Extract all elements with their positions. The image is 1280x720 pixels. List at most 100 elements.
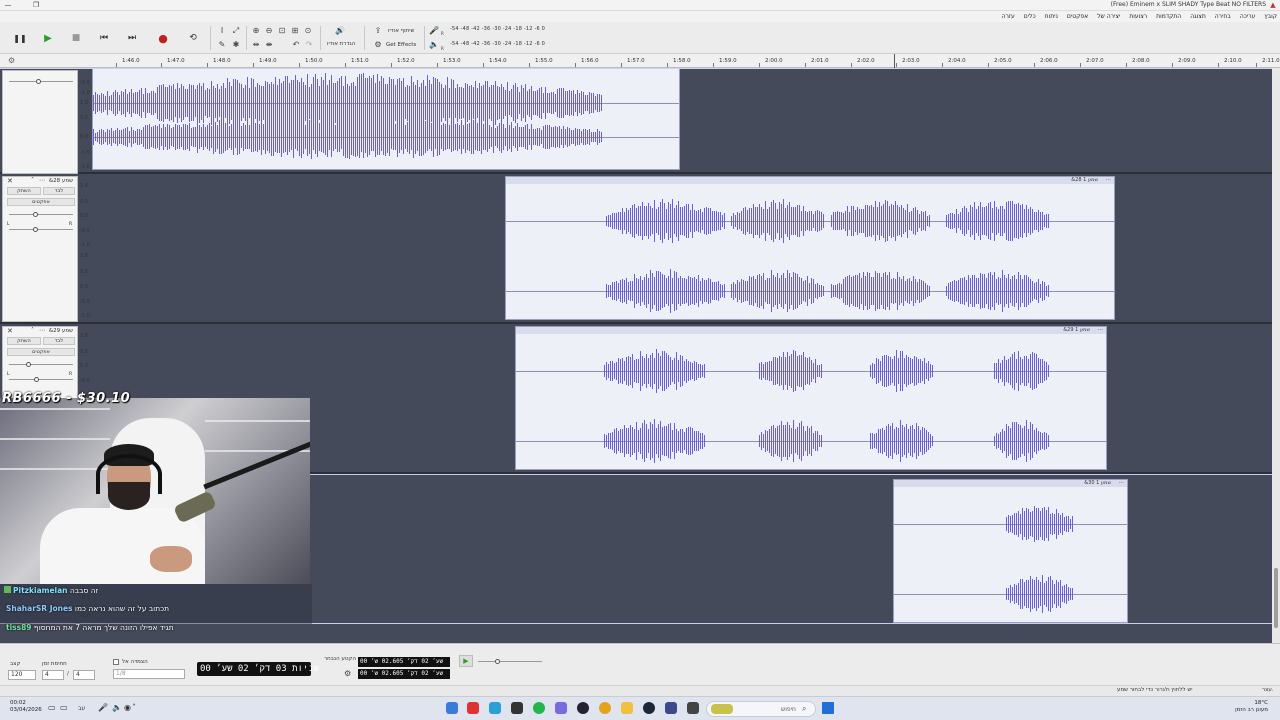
chevron-up-icon[interactable]: ˄: [31, 327, 34, 334]
timeline-ruler[interactable]: ⚙ 1:46.0 1:47.0 1:48.0 1:49.0 1:50.0 1:51.0 1:…: [0, 54, 1280, 68]
loop-button[interactable]: ⟲: [183, 28, 203, 48]
audio-track[interactable]: ✕ שמע 28& ˄ ⋯ השתק לבד אפקטים L R 1.0 0.5 0.0 -0.5 -1…: [0, 174, 1272, 324]
solo-button[interactable]: לבד: [43, 337, 75, 345]
undo-icon[interactable]: ↶: [290, 39, 302, 50]
start-icon[interactable]: [822, 702, 834, 714]
taskbar-app-icon[interactable]: [446, 702, 458, 714]
record-button[interactable]: ●: [153, 28, 173, 48]
pause-button[interactable]: ❚❚: [10, 28, 30, 48]
menu-item[interactable]: עזרה: [1002, 11, 1015, 22]
menu-item[interactable]: כלים: [1024, 11, 1036, 22]
gain-slider[interactable]: [9, 214, 73, 215]
language-indicator[interactable]: עב: [78, 705, 85, 712]
fit-selection-icon[interactable]: ⊡: [276, 25, 288, 36]
pan-knob[interactable]: [33, 227, 38, 232]
trim-icon[interactable]: ⇹: [250, 39, 262, 50]
selection-start-time[interactable]: 00 שע׳ 02 דק׳ 02.605 ש׳: [358, 657, 450, 667]
silence-icon[interactable]: ⇼: [263, 39, 275, 50]
playhead[interactable]: [894, 54, 895, 68]
gear-icon[interactable]: ⚙: [8, 56, 15, 65]
selection-mode-icon[interactable]: ⚙: [344, 669, 351, 678]
track-menu-icon[interactable]: ⋯: [39, 177, 45, 184]
playback-meter[interactable]: -54 -48 -42 -36 -30 -24 -18 -12 -6 0: [450, 41, 545, 47]
selection-end-time[interactable]: 00 שע׳ 02 דק׳ 02.605 ש׳: [358, 669, 450, 679]
snap-checkbox[interactable]: [113, 659, 119, 665]
mic-tray-icon[interactable]: 🎤: [98, 703, 108, 712]
redo-icon[interactable]: ↷: [303, 39, 315, 50]
gain-knob[interactable]: [26, 362, 31, 367]
zoom-in-icon[interactable]: ⊕: [250, 25, 262, 36]
skip-end-button[interactable]: ⏭: [122, 28, 142, 48]
taskbar-app-icon[interactable]: [533, 702, 545, 714]
close-track-icon[interactable]: ✕: [7, 177, 13, 185]
network-icon[interactable]: ◉: [124, 703, 131, 712]
zoom-toggle-icon[interactable]: ⊙: [302, 25, 314, 36]
tempo-input[interactable]: 120: [8, 670, 36, 680]
play-button[interactable]: ▶: [38, 28, 58, 48]
menu-item[interactable]: קובץ: [1264, 11, 1277, 22]
play-speed-slider[interactable]: [478, 661, 542, 662]
taskbar-app-icon[interactable]: [489, 702, 501, 714]
play-at-speed-button[interactable]: ▶: [459, 655, 473, 667]
skip-start-button[interactable]: ⏮: [94, 28, 114, 48]
pan-knob[interactable]: [34, 377, 39, 382]
track-control-panel[interactable]: ✕ שמע 28& ˄ ⋯ השתק לבד אפקטים L R: [2, 176, 78, 322]
taskbar-app-icon[interactable]: [643, 702, 655, 714]
clip-menu-icon[interactable]: ⋯: [1119, 480, 1125, 487]
time-signature-numerator[interactable]: 4: [42, 670, 64, 680]
taskbar-search[interactable]: חיפוש ⌕: [706, 701, 816, 717]
clip-name[interactable]: שמע 1 29&: [1063, 327, 1090, 334]
gain-knob[interactable]: [33, 212, 38, 217]
multi-tool-icon[interactable]: ✱: [230, 39, 242, 50]
mute-button[interactable]: השתק: [7, 187, 41, 195]
taskbar-clock[interactable]: 00:02 03/04/2026: [10, 700, 42, 714]
envelope-tool-icon[interactable]: ⤢: [230, 25, 242, 36]
clip-header[interactable]: שמע 1 29& ⋯: [516, 327, 1106, 334]
menu-item[interactable]: בחירה: [1215, 11, 1231, 22]
taskbar-app-icon[interactable]: [511, 702, 523, 714]
share-icon[interactable]: ⇪: [372, 25, 384, 36]
menu-item[interactable]: רצועות: [1129, 11, 1147, 22]
menu-item[interactable]: תצוגה: [1190, 11, 1206, 22]
menu-item[interactable]: עריכה: [1240, 11, 1256, 22]
effects-button[interactable]: אפקטים: [7, 198, 75, 206]
track-menu-icon[interactable]: ⋯: [39, 327, 45, 334]
menu-item[interactable]: יצירה של: [1097, 11, 1120, 22]
track-name[interactable]: שמע 29&: [49, 328, 73, 334]
draw-tool-icon[interactable]: ✎: [216, 39, 228, 50]
taskbar-app-icon[interactable]: [555, 702, 567, 714]
track-name[interactable]: שמע 28&: [49, 178, 73, 184]
taskbar-app-icon[interactable]: [467, 702, 479, 714]
minimize-icon[interactable]: —: [2, 0, 14, 10]
menu-item[interactable]: אפקטים: [1067, 11, 1088, 22]
volume-icon[interactable]: 🔈: [112, 703, 122, 712]
clip-header[interactable]: שמע 1 28& ⋯: [506, 177, 1114, 184]
clip-menu-icon[interactable]: ⋯: [1106, 177, 1112, 184]
effects-icon[interactable]: ⚙: [372, 39, 384, 50]
gain-slider[interactable]: [9, 364, 73, 365]
effects-button[interactable]: אפקטים: [7, 348, 75, 356]
play-speed-knob[interactable]: [495, 659, 500, 664]
fit-project-icon[interactable]: ⊞: [289, 25, 301, 36]
time-signature-denominator[interactable]: 4: [73, 670, 95, 680]
taskbar-app-icon[interactable]: [621, 702, 633, 714]
solo-button[interactable]: לבד: [43, 187, 75, 195]
share-audio-button[interactable]: שיתוף אודיו: [388, 28, 414, 34]
mute-button[interactable]: השתק: [7, 337, 41, 345]
stop-button[interactable]: ■: [66, 28, 86, 48]
chevron-up-icon[interactable]: ˄: [31, 177, 34, 184]
audio-setup-label[interactable]: הגדרת אודיו: [327, 41, 355, 47]
taskbar-app-icon[interactable]: [599, 702, 611, 714]
scroll-thumb[interactable]: [1274, 568, 1278, 628]
audio-track[interactable]: -0.5 -1.0 1.0 0.5 0.0 -0.5 -1.0: [0, 68, 1272, 174]
menu-item[interactable]: התקדמות: [1156, 11, 1181, 22]
audio-clip[interactable]: שמע 1 29& ⋯: [515, 326, 1107, 470]
notification-icon[interactable]: ▭: [48, 703, 56, 712]
taskbar-app-icon[interactable]: [687, 702, 699, 714]
audio-clip[interactable]: שמע 1 28& ⋯: [505, 176, 1115, 320]
taskbar-app-icon[interactable]: [577, 702, 589, 714]
menu-item[interactable]: ניתוח: [1045, 11, 1058, 22]
snap-select[interactable]: 1/8: [113, 669, 185, 679]
restore-icon[interactable]: ❐: [30, 0, 42, 10]
mic-icon[interactable]: 🎤: [428, 25, 440, 36]
